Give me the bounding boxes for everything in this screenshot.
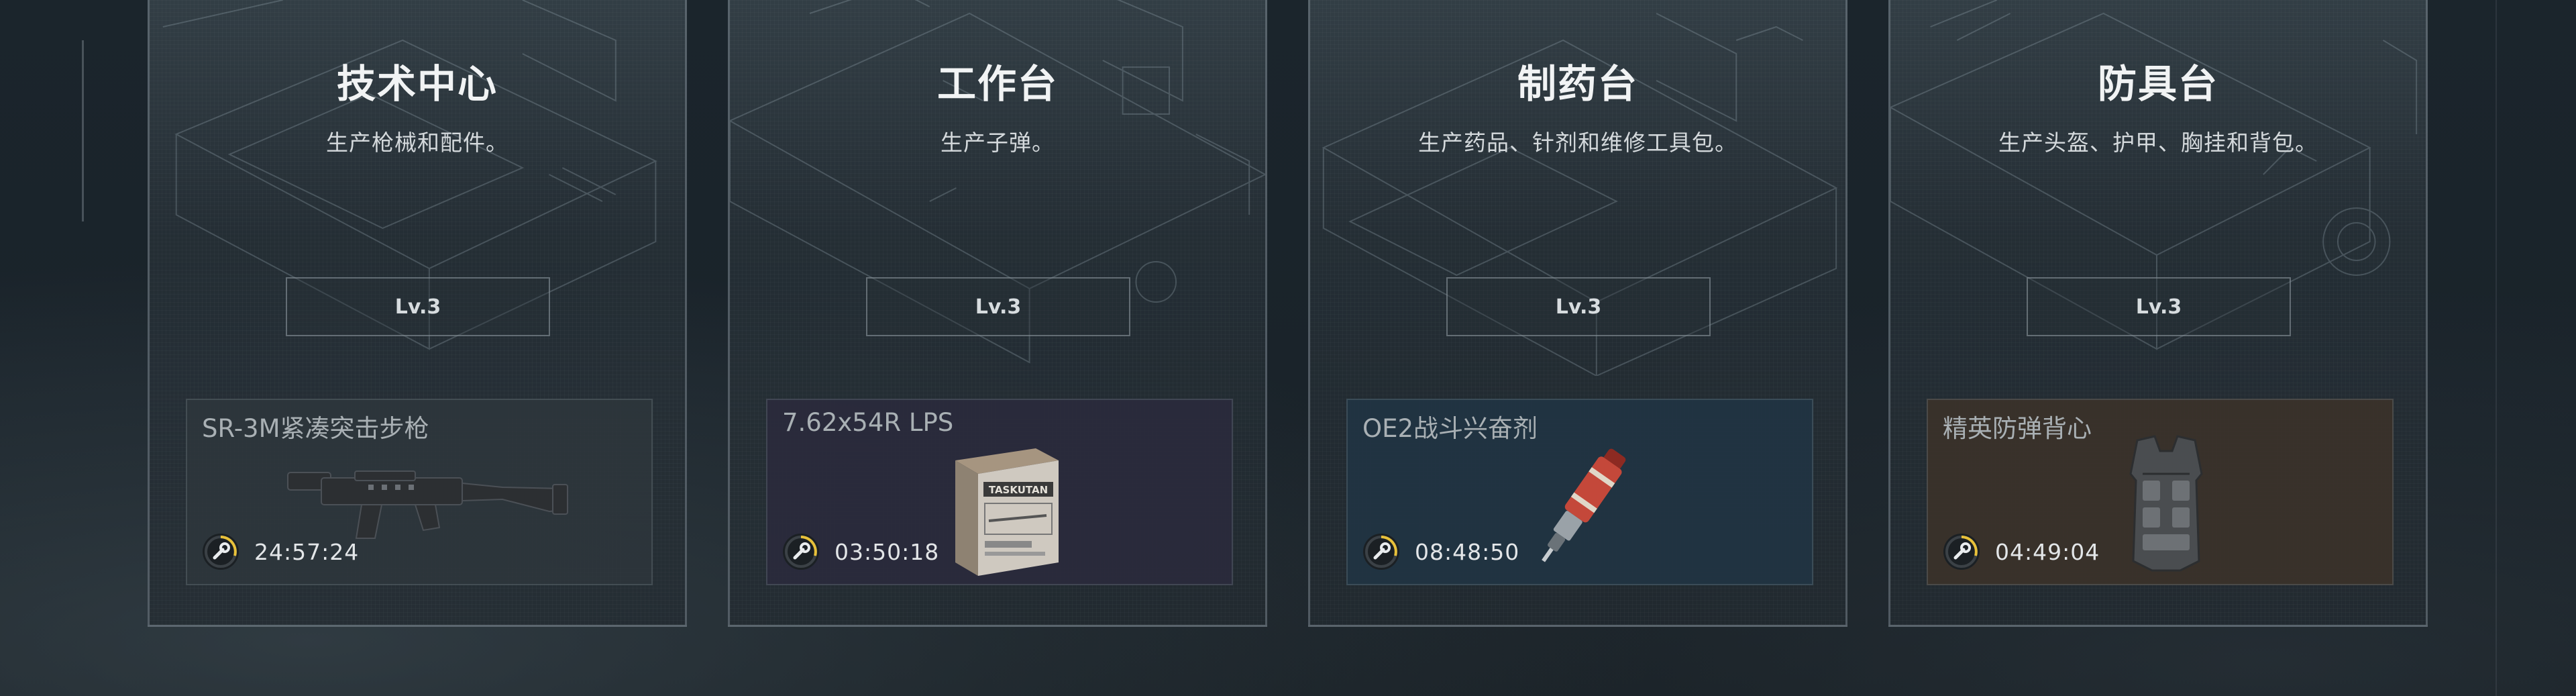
crafting-time-remaining: 04:49:04	[1995, 538, 2100, 565]
station-card-workbench[interactable]: 工作台 生产子弹。 Lv.3 7.62x54R LPS TASKUTAN 03:…	[728, 0, 1267, 627]
crafting-timer: 03:50:18	[782, 532, 939, 572]
station-title: 工作台	[936, 61, 1058, 107]
armor-vest-image	[2129, 435, 2203, 572]
station-description: 生产药品、针剂和维修工具包。	[1418, 130, 1737, 156]
wrench-timer-icon	[1363, 534, 1399, 570]
left-edge-line	[82, 40, 84, 221]
crafting-item-name: OE2战斗兴奋剂	[1362, 414, 1538, 443]
crafting-item-panel[interactable]: 精英防弹背心 04:49:04	[1927, 399, 2394, 585]
crafting-time-remaining: 08:48:50	[1415, 538, 1520, 565]
crafting-item-name: 7.62x54R LPS	[782, 408, 954, 437]
crafting-timer: 08:48:50	[1362, 532, 1519, 572]
stimulant-injector-image	[1542, 448, 1626, 562]
crafting-item-panel[interactable]: OE2战斗兴奋剂 08:48:50	[1346, 399, 1813, 585]
crafting-timer: 04:49:04	[1943, 532, 2100, 572]
station-level-button[interactable]: Lv.3	[286, 277, 550, 336]
crafting-time-remaining: 03:50:18	[835, 538, 940, 565]
station-level-button[interactable]: Lv.3	[866, 277, 1130, 336]
station-title: 防具台	[2097, 61, 2218, 107]
wrench-timer-icon	[203, 534, 239, 570]
station-level-button[interactable]: Lv.3	[1446, 277, 1711, 336]
wrench-timer-icon	[1943, 534, 1980, 570]
crafting-item-panel[interactable]: SR-3M紧凑突击步枪 24:57:24	[186, 399, 653, 585]
crafting-time-remaining: 24:57:24	[254, 538, 360, 565]
station-title: 制药台	[1517, 61, 1638, 107]
station-title: 技术中心	[336, 61, 498, 107]
station-card-armor[interactable]: 防具台 生产头盔、护甲、胸挂和背包。 Lv.3 精英防弹背心 04:49:04	[1888, 0, 2428, 627]
crafting-timer: 24:57:24	[202, 532, 359, 572]
crafting-item-panel[interactable]: 7.62x54R LPS TASKUTAN 03:50:18	[766, 399, 1233, 585]
station-description: 生产子弹。	[941, 130, 1055, 156]
station-description: 生产枪械和配件。	[326, 130, 508, 156]
station-card-tech-center[interactable]: 技术中心 生产枪械和配件。 Lv.3 SR-3M紧凑突击步枪 24:57:24	[148, 0, 687, 627]
wrench-timer-icon	[783, 534, 819, 570]
station-description: 生产头盔、护甲、胸挂和背包。	[1998, 130, 2318, 156]
right-edge-line	[2496, 0, 2497, 696]
station-card-medstation[interactable]: 制药台 生产药品、针剂和维修工具包。 Lv.3 OE2战斗兴奋剂 08:48:5…	[1308, 0, 1847, 627]
ammo-box-label: TASKUTAN	[989, 484, 1048, 496]
crafting-item-name: SR-3M紧凑突击步枪	[202, 414, 429, 443]
crafting-item-name: 精英防弹背心	[1943, 414, 2092, 443]
ammo-box-image: TASKUTAN	[955, 448, 1059, 576]
station-level-button[interactable]: Lv.3	[2027, 277, 2291, 336]
